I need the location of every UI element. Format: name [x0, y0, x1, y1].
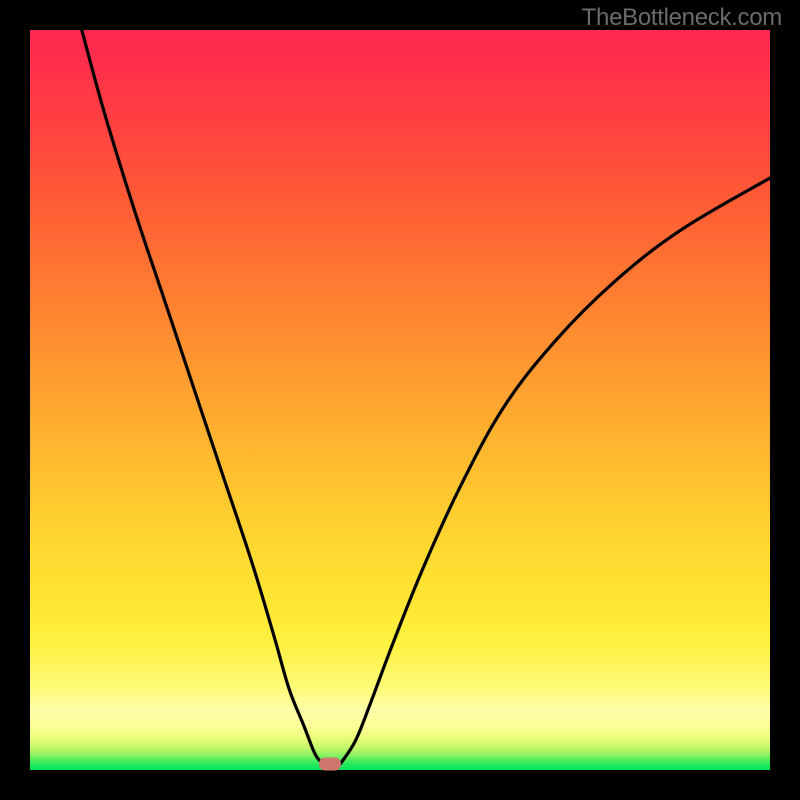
bottleneck-curve — [30, 30, 770, 770]
watermark-text: TheBottleneck.com — [582, 4, 782, 32]
minimum-marker — [319, 758, 341, 771]
chart-plot-area — [30, 30, 770, 770]
